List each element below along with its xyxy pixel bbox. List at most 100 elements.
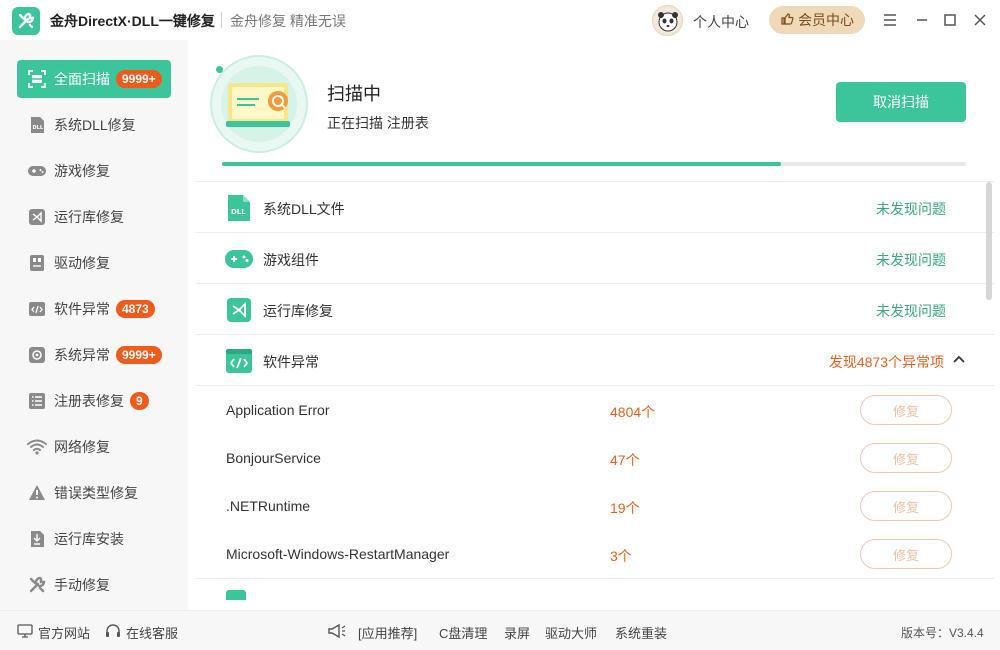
scan-status: 正在扫描 注册表 (327, 115, 429, 131)
menu-icon[interactable] (880, 10, 900, 30)
wrench-icon (27, 575, 47, 595)
next-category-icon (226, 590, 246, 600)
bottom-bar: 官方网站 在线客服 [应用推荐] C盘清理 录屏 驱动大师 系统重装 版本号：V… (0, 610, 1000, 650)
scan-icon (27, 69, 47, 89)
driver-master-link[interactable]: 驱动大师 (545, 623, 597, 642)
issue-row: Application Error 4804个 修复 (196, 387, 994, 435)
app-slogan: 金舟修复 精准无误 (230, 13, 346, 29)
sidebar-item-label: 注册表修复 (54, 393, 124, 409)
app-title: 金舟DirectX·DLL一键修复 (50, 13, 215, 29)
cancel-scan-button[interactable]: 取消扫描 (836, 82, 966, 122)
fix-button[interactable]: 修复 (860, 491, 952, 521)
driver-icon (27, 253, 47, 273)
issue-count: 4804个 (610, 404, 656, 420)
fix-button[interactable]: 修复 (860, 395, 952, 425)
sidebar-item-system-dll[interactable]: DLL 系统DLL修复 (17, 106, 171, 144)
sidebar-item-error-type-repair[interactable]: 错误类型修复 (17, 474, 171, 512)
official-site-link[interactable]: 官方网站 (17, 623, 90, 642)
category-status: 发现4873个异常项 (828, 354, 944, 370)
issue-name: Application Error (226, 402, 330, 418)
fix-button[interactable]: 修复 (860, 539, 952, 569)
sidebar-item-label: 全面扫描 (54, 71, 110, 87)
dll-file-icon: DLL (224, 193, 254, 223)
install-icon (27, 529, 47, 549)
code-icon (224, 346, 254, 376)
sidebar-item-driver-repair[interactable]: 驱动修复 (17, 244, 171, 282)
category-status: 未发现问题 (876, 252, 946, 268)
issue-name: .NETRuntime (226, 498, 311, 514)
sidebar-item-software-exception[interactable]: 软件异常 4873 (17, 290, 171, 328)
official-site-label: 官方网站 (38, 626, 91, 641)
headset-icon (105, 623, 121, 642)
sidebar-item-network-repair[interactable]: 网络修复 (17, 428, 171, 466)
avatar[interactable] (652, 5, 683, 36)
list-icon (27, 391, 47, 411)
sidebar-item-full-scan[interactable]: 全面扫描 9999+ (17, 60, 171, 98)
system-reinstall-link[interactable]: 系统重装 (615, 623, 667, 642)
main-panel: 扫描中 正在扫描 注册表 取消扫描 DLL 系统DLL文件 未发现问题 游戏组件… (196, 40, 1000, 610)
category-row-game-components[interactable]: 游戏组件 未发现问题 (196, 233, 994, 284)
scan-progress-fill (222, 162, 782, 166)
sidebar-item-registry-repair[interactable]: 注册表修复 9 (17, 382, 171, 420)
sidebar-item-runtime-repair[interactable]: 运行库修复 (17, 198, 171, 236)
online-service-label: 在线客服 (126, 626, 179, 641)
sidebar-item-manual-repair[interactable]: 手动修复 (17, 566, 171, 604)
sidebar-item-label: 系统异常 (54, 347, 110, 363)
category-label: 游戏组件 (263, 252, 319, 268)
fix-button[interactable]: 修复 (860, 443, 952, 473)
sidebar-item-label: 运行库修复 (54, 209, 124, 225)
app-recommend-link[interactable]: [应用推荐] (358, 623, 417, 642)
vip-center-label: 会员中心 (798, 12, 854, 28)
runtime-icon (224, 295, 254, 325)
scan-results-list: DLL 系统DLL文件 未发现问题 游戏组件 未发现问题 运行库修复 未发现问题… (196, 182, 994, 600)
wifi-icon (27, 437, 47, 457)
title-divider (221, 12, 222, 28)
issue-count: 19个 (610, 500, 640, 516)
chevron-up-icon[interactable] (952, 352, 966, 366)
sidebar-item-game-repair[interactable]: 游戏修复 (17, 152, 171, 190)
issue-name: Microsoft-Windows-RestartManager (226, 546, 450, 562)
issue-count: 47个 (610, 452, 640, 468)
thumbs-up-icon (780, 12, 794, 29)
sidebar-item-runtime-install[interactable]: 运行库安装 (17, 520, 171, 558)
user-center-link[interactable]: 个人中心 (693, 12, 749, 32)
category-row-runtime[interactable]: 运行库修复 未发现问题 (196, 284, 994, 335)
category-status: 未发现问题 (876, 201, 946, 217)
scan-illustration-icon (210, 55, 308, 153)
scan-title: 扫描中 (327, 84, 381, 104)
gamepad-icon (27, 161, 47, 181)
megaphone-icon (327, 623, 347, 639)
category-row-software-exception[interactable]: 软件异常 发现4873个异常项 (196, 335, 994, 386)
screen-record-link[interactable]: 录屏 (504, 623, 530, 642)
category-status: 未发现问题 (876, 303, 946, 319)
svg-text:DLL: DLL (231, 208, 246, 216)
sidebar-item-label: 软件异常 (54, 301, 110, 317)
runtime-icon (27, 207, 47, 227)
category-row-system-dll[interactable]: DLL 系统DLL文件 未发现问题 (196, 182, 994, 233)
title-bar: 金舟DirectX·DLL一键修复 金舟修复 精准无误 个人中心 会员中心 (0, 0, 1000, 40)
scan-progress-bar (222, 162, 966, 166)
gamepad-icon (224, 244, 254, 274)
sidebar-item-label: 手动修复 (54, 577, 110, 593)
minimize-icon[interactable] (912, 10, 932, 30)
monitor-icon (17, 624, 33, 641)
issue-name: BonjourService (226, 450, 321, 466)
count-badge: 9999+ (116, 346, 162, 364)
maximize-icon[interactable] (940, 10, 960, 30)
code-icon (27, 299, 47, 319)
sidebar-item-label: 游戏修复 (54, 163, 110, 179)
category-label: 系统DLL文件 (263, 201, 345, 217)
sidebar-item-system-exception[interactable]: 系统异常 9999+ (17, 336, 171, 374)
sidebar: 全面扫描 9999+ DLL 系统DLL修复 游戏修复 运行库修复 驱动修复 软… (0, 40, 188, 610)
online-service-link[interactable]: 在线客服 (105, 623, 178, 642)
c-drive-clean-link[interactable]: C盘清理 (439, 623, 487, 642)
sidebar-item-label: 运行库安装 (54, 531, 124, 547)
sidebar-item-label: 系统DLL修复 (54, 117, 136, 133)
scrollbar[interactable] (986, 182, 992, 300)
close-icon[interactable] (970, 10, 990, 30)
issue-row: BonjourService 47个 修复 (196, 435, 994, 483)
count-badge: 9999+ (116, 70, 162, 88)
issue-row: Microsoft-Windows-RestartManager 3个 修复 (196, 531, 994, 579)
vip-center-button[interactable]: 会员中心 (769, 6, 865, 34)
scan-dot-icon (216, 66, 223, 73)
